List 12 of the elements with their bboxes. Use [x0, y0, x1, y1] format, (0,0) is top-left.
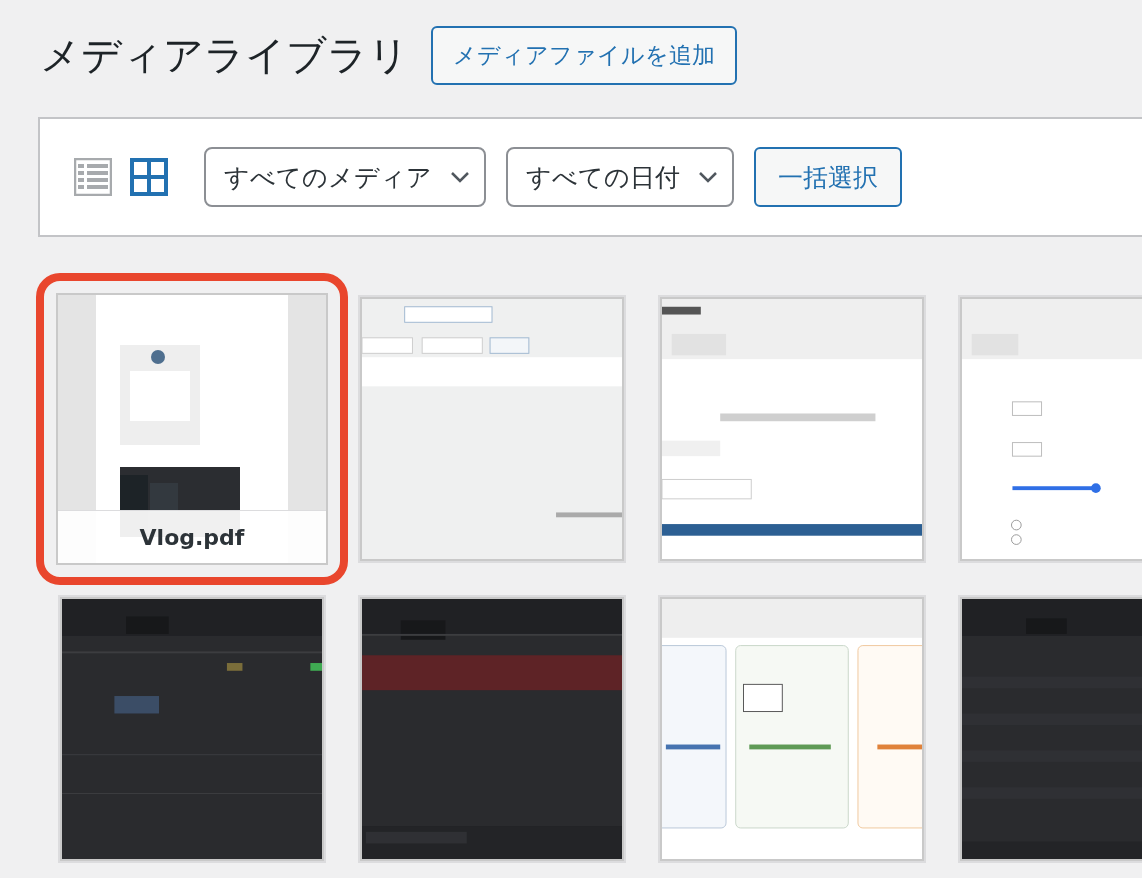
chevron-icon: [698, 171, 718, 183]
filter-dropdown[interactable]: すべての日付: [506, 147, 734, 207]
add-media-button[interactable]: メディアファイルを追加: [431, 26, 737, 85]
file-name: Vlog.pdf: [139, 524, 245, 550]
media-tile[interactable]: Vlog.pdf: [36, 273, 348, 585]
list-view-icon: [74, 158, 112, 196]
page-title: メディアライブラリ: [40, 31, 409, 80]
grid-view-button[interactable]: [130, 158, 168, 196]
filter-dropdown[interactable]: すべてのメディア: [204, 147, 486, 207]
grid-view-icon: [130, 158, 168, 196]
bulk-select-button[interactable]: 一括選択: [754, 147, 902, 207]
chevron-icon: [450, 171, 470, 183]
